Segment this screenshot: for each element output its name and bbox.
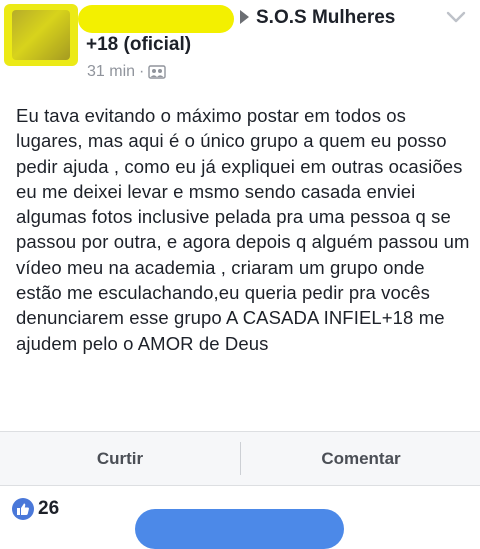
like-button[interactable]: Curtir <box>0 432 240 485</box>
meta-separator: · <box>139 63 145 80</box>
partial-blue-button[interactable] <box>135 509 344 549</box>
reaction-summary[interactable]: 26 <box>12 498 59 520</box>
post-timestamp[interactable]: 31 min <box>87 63 135 81</box>
post-meta: 31 min · <box>87 63 167 81</box>
chevron-down-icon[interactable] <box>446 10 466 24</box>
post-body-text: Eu tava evitando o máximo postar em todo… <box>16 105 470 354</box>
action-divider <box>240 442 241 475</box>
group-audience-icon <box>148 65 167 79</box>
post-header: S.O.S Mulheres +18 (oficial) 31 min · <box>0 0 480 96</box>
avatar-photo <box>12 10 70 60</box>
action-bar: Curtir Comentar <box>0 431 480 486</box>
comment-button[interactable]: Comentar <box>242 432 480 485</box>
author-avatar[interactable] <box>4 4 78 66</box>
like-thumb-icon <box>12 498 34 520</box>
group-name-link[interactable]: S.O.S Mulheres +18 (oficial) <box>86 4 416 58</box>
like-count: 26 <box>38 498 60 519</box>
